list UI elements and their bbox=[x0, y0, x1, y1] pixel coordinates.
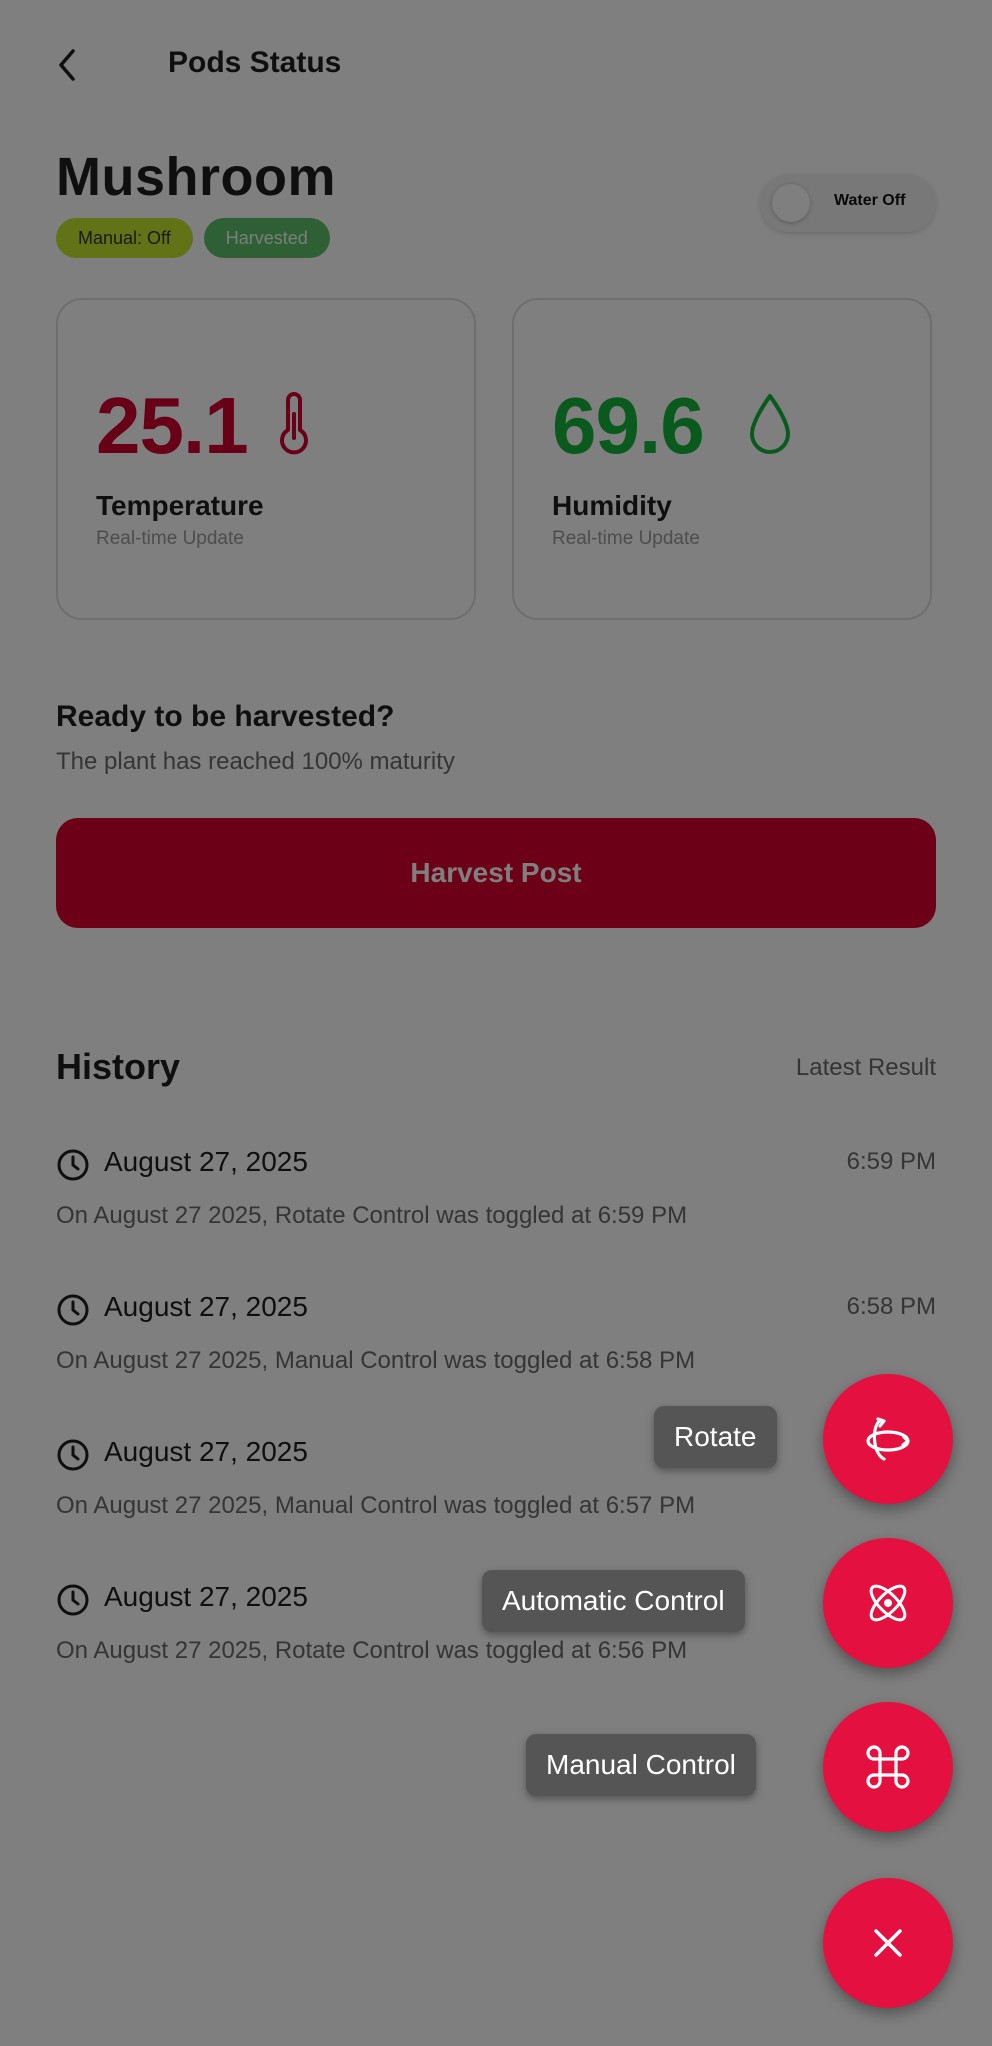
manual-control-fab[interactable] bbox=[823, 1702, 953, 1832]
command-icon bbox=[866, 1745, 910, 1789]
rotate-action-label[interactable]: Rotate bbox=[654, 1406, 777, 1468]
close-fab[interactable] bbox=[823, 1878, 953, 2008]
atom-icon bbox=[869, 1584, 907, 1622]
automatic-control-action-label[interactable]: Automatic Control bbox=[482, 1570, 745, 1632]
manual-control-action-label[interactable]: Manual Control bbox=[526, 1734, 756, 1796]
automatic-control-fab[interactable] bbox=[823, 1538, 953, 1668]
close-icon bbox=[874, 1929, 902, 1957]
rotate-fab[interactable] bbox=[823, 1374, 953, 1504]
rotate-3d-icon bbox=[866, 1417, 910, 1461]
